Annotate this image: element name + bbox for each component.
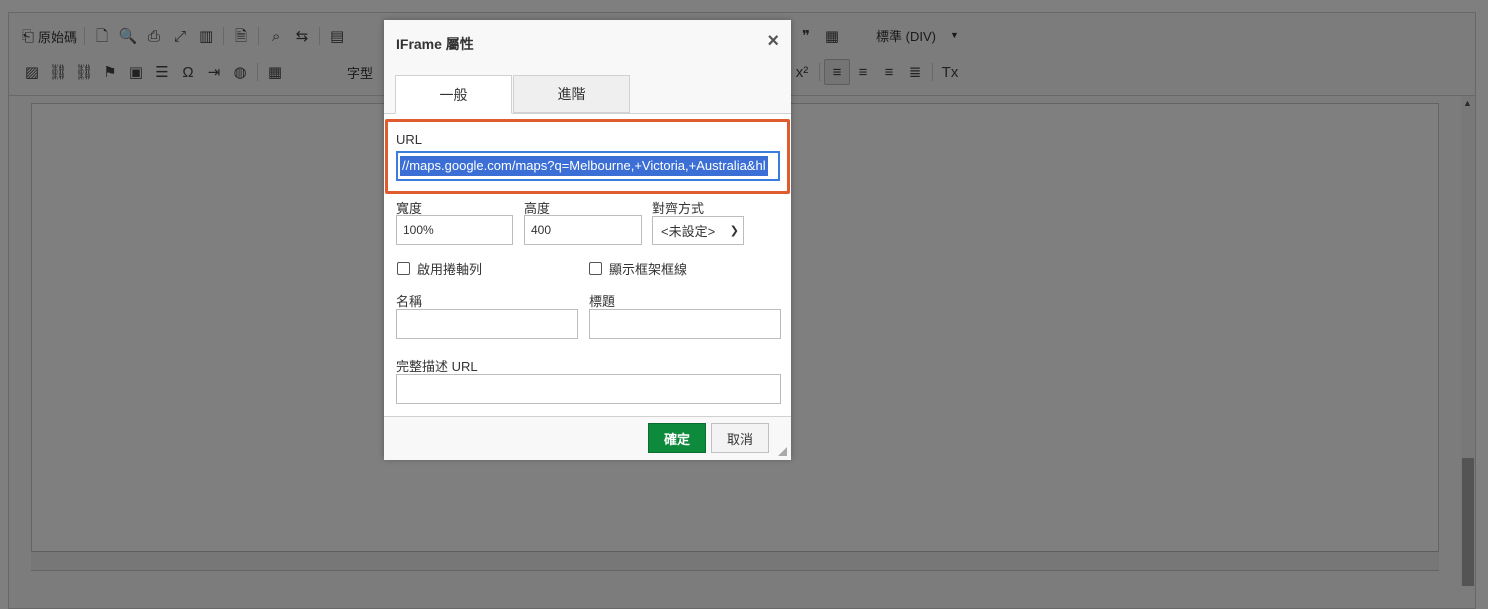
scrolling-label: 啟用捲軸列: [417, 262, 483, 277]
align-label: 對齊方式: [652, 201, 705, 216]
iframe-properties-dialog: IFrame 屬性 × 一般 進階 URL //maps.google.com/…: [384, 20, 791, 460]
tab-advanced[interactable]: 進階: [513, 75, 630, 113]
scrolling-checkbox[interactable]: [397, 262, 410, 275]
tab-general[interactable]: 一般: [395, 75, 512, 114]
url-label: URL: [396, 132, 423, 147]
title-label: 標題: [589, 294, 616, 309]
name-input[interactable]: [396, 309, 578, 339]
resize-grip-icon[interactable]: [778, 447, 787, 456]
dialog-title: IFrame 屬性: [396, 36, 474, 52]
height-input[interactable]: [524, 215, 642, 245]
dialog-tabs: 一般 進階: [384, 65, 791, 114]
url-input[interactable]: //maps.google.com/maps?q=Melbourne,+Vict…: [396, 151, 780, 181]
align-select-value: <未設定>: [661, 224, 716, 239]
frameborder-checkbox[interactable]: [589, 262, 602, 275]
scrolling-checkbox-row[interactable]: 啟用捲軸列: [397, 259, 482, 278]
width-input[interactable]: [396, 215, 513, 245]
dialog-title-bar[interactable]: IFrame 屬性 ×: [384, 20, 791, 66]
chevron-down-icon: ❯: [729, 225, 739, 237]
name-label: 名稱: [396, 294, 423, 309]
title-input[interactable]: [589, 309, 781, 339]
cancel-button[interactable]: 取消: [711, 423, 769, 453]
frameborder-checkbox-row[interactable]: 顯示框架框線: [589, 259, 687, 278]
frameborder-label: 顯示框架框線: [609, 262, 688, 277]
ok-button[interactable]: 確定: [648, 423, 706, 453]
longdesc-input[interactable]: [396, 374, 781, 404]
longdesc-label: 完整描述 URL: [396, 359, 478, 374]
dialog-footer: 確定 取消: [384, 416, 791, 460]
align-select[interactable]: <未設定> ❯: [652, 216, 744, 245]
url-input-selected-text: //maps.google.com/maps?q=Melbourne,+Vict…: [400, 156, 768, 176]
close-icon[interactable]: ×: [767, 30, 779, 53]
